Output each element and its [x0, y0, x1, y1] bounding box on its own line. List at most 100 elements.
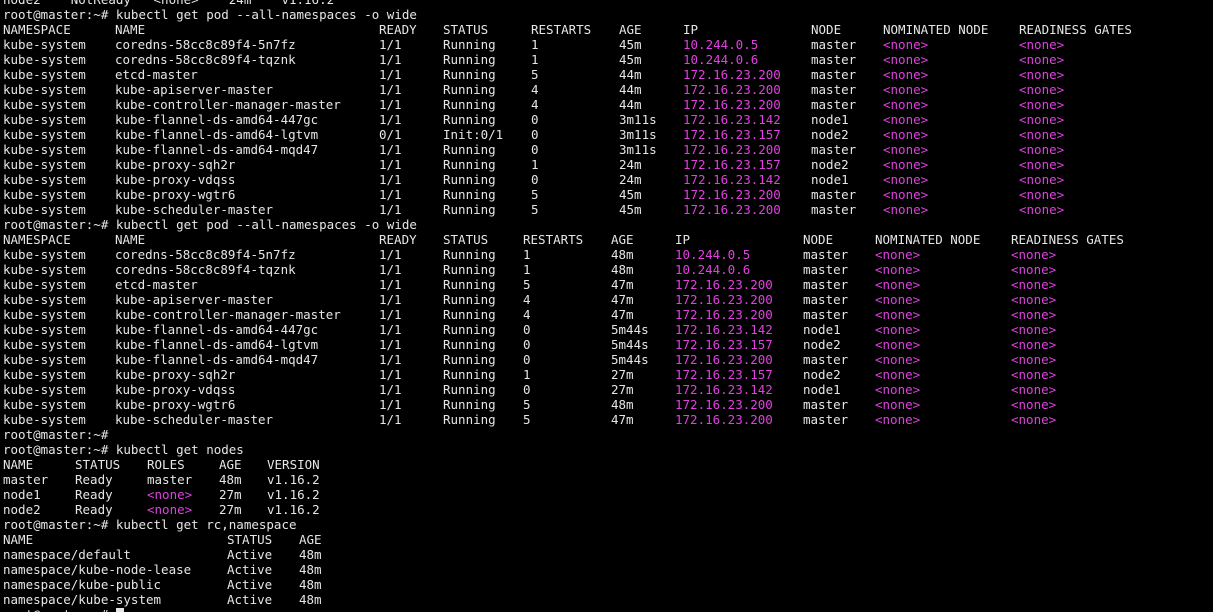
pod-cell-9: <none>	[1011, 367, 1057, 382]
pod-cell-2: 1/1	[379, 367, 402, 382]
pod-cell-6: 172.16.23.142	[675, 322, 773, 337]
pod-cell-1: kube-flannel-ds-amd64-mqd47	[115, 142, 319, 157]
node-cell-1: Ready	[75, 487, 113, 502]
pod-cell-4: 4	[531, 82, 539, 97]
pod-cell-0: kube-system	[3, 307, 86, 322]
table-row: namespace/default Active 48m	[3, 547, 417, 562]
pod-cell-8: <none>	[875, 367, 921, 382]
pod-cell-9: <none>	[1011, 337, 1057, 352]
pod-cell-7: node1	[811, 172, 849, 187]
pod-cell-4: 5	[523, 397, 531, 412]
node-cell-2: master	[147, 472, 193, 487]
header-cell-9: READINESS GATES	[1011, 232, 1124, 247]
pod-cell-8: <none>	[875, 277, 921, 292]
pod-cell-0: kube-system	[3, 52, 86, 67]
pod-cell-4: 5	[531, 187, 539, 202]
pod-cell-9: <none>	[1011, 292, 1057, 307]
pod-cell-1: kube-apiserver-master	[115, 82, 274, 97]
pod-cell-3: Running	[443, 67, 496, 82]
pod-cell-1: coredns-58cc8c89f4-5n7fz	[115, 37, 296, 52]
pod-cell-9: <none>	[1011, 352, 1057, 367]
pod-cell-7: master	[811, 82, 857, 97]
pod-cell-8: <none>	[875, 382, 921, 397]
pod-cell-2: 1/1	[379, 322, 402, 337]
terminal-window[interactable]: node2 NotReady <none> 24m v1.16.2root@ma…	[0, 0, 1213, 612]
pod-cell-6: 172.16.23.157	[675, 367, 773, 382]
pod-cell-0: kube-system	[3, 277, 86, 292]
active-prompt[interactable]: root@master:~#	[3, 607, 417, 612]
pod-cell-3: Running	[443, 82, 496, 97]
pod-cell-4: 5	[531, 202, 539, 217]
pod-cell-8: <none>	[875, 262, 921, 277]
pod-cell-8: <none>	[875, 307, 921, 322]
pod-cell-5: 24m	[619, 172, 642, 187]
command-line: root@master:~# kubectl get nodes	[3, 442, 244, 457]
pod-cell-6: 172.16.23.157	[683, 127, 781, 142]
pod-cell-9: <none>	[1011, 382, 1057, 397]
command-line: root@master:~# kubectl get pod --all-nam…	[3, 7, 417, 22]
pod-cell-5: 44m	[619, 97, 642, 112]
pod-cell-2: 1/1	[379, 187, 402, 202]
table-row: kube-system coredns-58cc8c89f4-5n7fz 1/1 Ru…	[3, 37, 1064, 52]
pod-cell-1: kube-scheduler-master	[115, 412, 274, 427]
header-cell-0: NAME	[3, 457, 34, 472]
pod-cell-2: 1/1	[379, 97, 402, 112]
header-cell-2: AGE	[299, 532, 322, 547]
pod-cell-6: 172.16.23.157	[675, 337, 773, 352]
table-row: kube-system kube-flannel-ds-amd64-lgtvm 0/…	[3, 127, 1064, 142]
pod-cell-4: 1	[531, 157, 539, 172]
table-row: namespace/kube-node-lease Active 48m	[3, 562, 417, 577]
pod-cell-0: kube-system	[3, 67, 86, 82]
pod-cell-3: Running	[443, 187, 496, 202]
pod-cell-6: 172.16.23.200	[675, 277, 773, 292]
header-cell-1: NAME	[115, 22, 146, 37]
pod-cell-4: 4	[523, 292, 531, 307]
node-cell-3: 48m	[219, 472, 242, 487]
pod-cell-1: kube-apiserver-master	[115, 292, 274, 307]
pod-cell-5: 27m	[611, 382, 634, 397]
pod-cell-0: kube-system	[3, 367, 86, 382]
pod-cell-1: kube-scheduler-master	[115, 202, 274, 217]
pod-cell-8: <none>	[883, 37, 929, 52]
pod-cell-5: 45m	[619, 52, 642, 67]
pod-cell-9: <none>	[1019, 52, 1065, 67]
pod-cell-7: master	[803, 247, 849, 262]
pod-cell-5: 44m	[619, 67, 642, 82]
pod-cell-2: 1/1	[379, 307, 402, 322]
table-row: kube-system kube-apiserver-master 1/1 Runni…	[3, 82, 1064, 97]
table-row: kube-system kube-flannel-ds-amd64-lgtvm 1/…	[3, 337, 1056, 352]
pod-cell-6: 172.16.23.142	[683, 172, 781, 187]
node-cell-2: <none>	[147, 487, 193, 502]
prompt-text: root@master:~#	[3, 607, 116, 612]
pod-cell-4: 4	[531, 97, 539, 112]
node-cell-1: Ready	[75, 472, 113, 487]
pod-cell-7: master	[811, 202, 857, 217]
pod-cell-6: 172.16.23.142	[683, 112, 781, 127]
pod-cell-0: kube-system	[3, 37, 86, 52]
pod-cell-5: 45m	[619, 37, 642, 52]
pod-cell-4: 4	[523, 307, 531, 322]
pod-cell-3: Running	[443, 52, 496, 67]
table-row: kube-system etcd-master 1/1 Running 5 44m 172.…	[3, 67, 1064, 82]
pod-cell-3: Running	[443, 292, 496, 307]
ns-cell-0: namespace/default	[3, 547, 131, 562]
pod-cell-8: <none>	[875, 337, 921, 352]
node-cell-0: node2	[3, 502, 41, 517]
table-row: kube-system etcd-master 1/1 Running 5 47m 172.…	[3, 277, 1056, 292]
pod-cell-8: <none>	[875, 397, 921, 412]
pod-cell-1: kube-flannel-ds-amd64-lgtvm	[115, 127, 319, 142]
pod-cell-4: 0	[523, 382, 531, 397]
pod-cell-3: Running	[443, 322, 496, 337]
pod-cell-2: 1/1	[379, 112, 402, 127]
table-row: node1 Ready <none> 27m v1.16.2	[3, 487, 417, 502]
header-cell-2: READY	[379, 232, 417, 247]
pod-cell-3: Init:0/1	[443, 127, 504, 142]
pod-cell-3: Running	[443, 412, 496, 427]
pod-cell-7: node1	[803, 322, 841, 337]
pod-cell-2: 1/1	[379, 397, 402, 412]
pod-cell-8: <none>	[875, 247, 921, 262]
pod-cell-3: Running	[443, 247, 496, 262]
table-row: kube-system kube-flannel-ds-amd64-447gc 1/…	[3, 112, 1064, 127]
pod-cell-3: Running	[443, 142, 496, 157]
node-cell-2: <none>	[147, 502, 193, 517]
